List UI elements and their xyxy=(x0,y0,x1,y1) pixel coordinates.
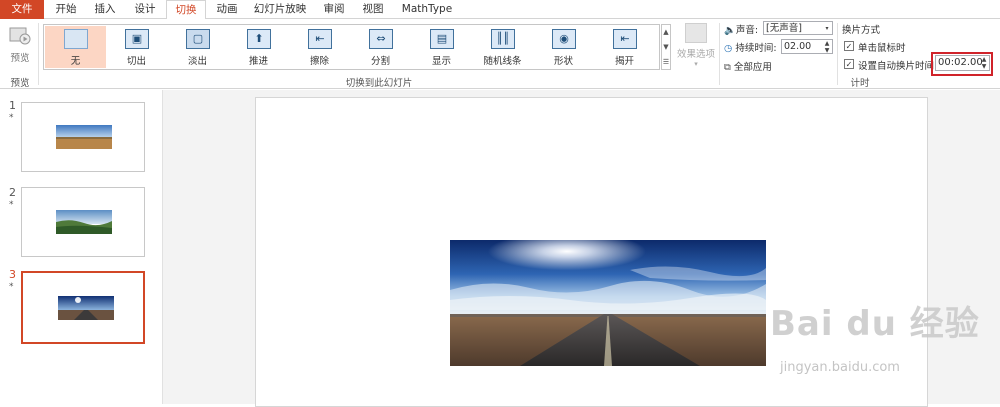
chevron-down-icon: ▾ xyxy=(825,25,829,32)
gallery-more-icon[interactable]: ☰ xyxy=(662,55,670,70)
tab-insert[interactable]: 插入 xyxy=(92,0,118,19)
slide-number: 2 xyxy=(9,186,16,199)
tab-animations[interactable]: 动画 xyxy=(213,0,241,19)
watermark-url: jingyan.baidu.com xyxy=(780,360,900,375)
ribbon-tab-bar: 文件 开始 插入 设计 切换 动画 幻灯片放映 审阅 视图 MathType xyxy=(0,0,1000,20)
speaker-icon: 🔈 xyxy=(724,25,736,36)
group-divider xyxy=(38,23,39,85)
chevron-down-icon: ▾ xyxy=(694,60,698,68)
ribbon-panel: 预览 预览 无 ▣ 切出 ▢ 淡出 ⬆ 推进 ⇤ 擦除 ⇔ 分割 ▤ 显示 ║║… xyxy=(0,19,1000,89)
effect-options-icon xyxy=(685,23,707,43)
gallery-scroll-up-icon[interactable]: ▲ xyxy=(662,25,670,40)
timing-group-label: 计时 xyxy=(850,78,870,89)
transition-random-bars[interactable]: ║║ 随机线条 xyxy=(472,26,533,68)
group-divider xyxy=(719,23,720,85)
transition-reveal[interactable]: ▤ 显示 xyxy=(411,26,472,68)
tab-home[interactable]: 开始 xyxy=(53,0,79,19)
preview-icon xyxy=(9,27,31,45)
slide-number: 1 xyxy=(9,99,16,112)
slide-number: 3 xyxy=(9,268,16,281)
cut-transition-icon: ▣ xyxy=(125,29,149,49)
effect-options-button[interactable]: 效果选项 ▾ xyxy=(676,23,716,68)
transition-label: 随机线条 xyxy=(483,56,522,67)
transition-label: 擦除 xyxy=(309,56,329,67)
highlight-box xyxy=(931,52,993,76)
split-transition-icon: ⇔ xyxy=(369,29,393,49)
transition-label: 淡出 xyxy=(187,56,207,67)
apply-all-button[interactable]: ⧉ 全部应用 xyxy=(724,59,772,73)
transition-label: 显示 xyxy=(431,56,451,67)
after-time-checkbox[interactable]: ✓ xyxy=(844,59,854,69)
preview-button[interactable]: 预览 xyxy=(4,23,36,67)
duration-input[interactable]: 02.00 ▲ ▼ xyxy=(781,39,833,54)
apply-all-icon: ⧉ xyxy=(724,62,731,73)
transition-star-icon: * xyxy=(9,282,14,292)
transition-none[interactable]: 无 xyxy=(45,26,106,68)
tab-design[interactable]: 设计 xyxy=(131,0,159,19)
green-hills-image xyxy=(56,210,112,234)
sound-label: 声音: xyxy=(735,25,759,36)
transition-label: 切出 xyxy=(126,56,146,67)
sound-value: [无声音] xyxy=(766,23,802,34)
shape-transition-icon: ◉ xyxy=(552,29,576,49)
desert-road-image xyxy=(56,125,112,149)
on-click-checkbox[interactable]: ✓ xyxy=(844,41,854,51)
watermark-brand: Bai du 经验 xyxy=(770,304,980,344)
sound-label-row: 🔈声音: xyxy=(724,22,758,36)
preview-group-label: 预览 xyxy=(10,78,30,89)
transition-label: 推进 xyxy=(248,56,268,67)
preview-label: 预览 xyxy=(10,53,30,64)
advance-slide-title: 换片方式 xyxy=(842,25,881,36)
baidu-watermark: Bai du 经验 jingyan.baidu.com xyxy=(770,296,1000,376)
transition-star-icon: * xyxy=(9,200,14,210)
apply-all-label: 全部应用 xyxy=(733,62,772,73)
slide-thumbnail-1[interactable] xyxy=(21,102,145,172)
transition-label: 揭开 xyxy=(614,56,634,67)
spinner-icon[interactable]: ▲ ▼ xyxy=(823,40,831,54)
transition-shape[interactable]: ◉ 形状 xyxy=(533,26,594,68)
tab-view[interactable]: 视图 xyxy=(360,0,386,19)
transition-split[interactable]: ⇔ 分割 xyxy=(350,26,411,68)
gallery-scroll: ▲ ▼ ☰ xyxy=(661,24,671,70)
tab-review[interactable]: 审阅 xyxy=(321,0,347,19)
transition-gallery: 无 ▣ 切出 ▢ 淡出 ⬆ 推进 ⇤ 擦除 ⇔ 分割 ▤ 显示 ║║ 随机线条 xyxy=(43,24,660,70)
tab-file[interactable]: 文件 xyxy=(0,0,44,19)
transition-uncover[interactable]: ⇤ 揭开 xyxy=(594,26,655,68)
clock-icon: ◷ xyxy=(724,43,733,54)
duration-label: 持续时间: xyxy=(735,43,777,54)
transition-label: 无 xyxy=(70,56,81,67)
sky-road-image xyxy=(58,296,114,320)
random-bars-icon: ║║ xyxy=(491,29,515,49)
uncover-transition-icon: ⇤ xyxy=(613,29,637,49)
transition-group-label: 切换到此幻灯片 xyxy=(345,78,413,89)
tab-transitions[interactable]: 切换 xyxy=(166,0,206,20)
duration-value: 02.00 xyxy=(784,41,812,52)
push-transition-icon: ⬆ xyxy=(247,29,271,49)
transition-cut[interactable]: ▣ 切出 xyxy=(106,26,167,68)
slide-thumbnail-2[interactable] xyxy=(21,187,145,257)
road-sky-picture[interactable] xyxy=(450,240,766,366)
road-sky-image xyxy=(450,240,766,366)
sound-dropdown[interactable]: [无声音] ▾ xyxy=(763,21,833,35)
gallery-scroll-down-icon[interactable]: ▼ xyxy=(662,40,670,55)
tab-slideshow[interactable]: 幻灯片放映 xyxy=(251,0,309,19)
tab-mathtype[interactable]: MathType xyxy=(400,0,454,19)
fade-transition-icon: ▢ xyxy=(186,29,210,49)
transition-star-icon: * xyxy=(9,113,14,123)
transition-label: 分割 xyxy=(370,56,390,67)
wipe-transition-icon: ⇤ xyxy=(308,29,332,49)
transition-wipe[interactable]: ⇤ 擦除 xyxy=(289,26,350,68)
transition-fade[interactable]: ▢ 淡出 xyxy=(167,26,228,68)
slide-thumbnail-3[interactable] xyxy=(21,271,145,344)
after-time-label: 设置自动换片时间: xyxy=(858,61,938,72)
transition-label: 形状 xyxy=(553,56,573,67)
on-click-label: 单击鼠标时 xyxy=(858,43,906,54)
slide-thumbnail-pane: 1 * 2 * 3 * xyxy=(0,90,163,404)
reveal-transition-icon: ▤ xyxy=(430,29,454,49)
none-transition-icon xyxy=(64,29,88,49)
effect-options-label: 效果选项 xyxy=(676,49,715,60)
transition-push[interactable]: ⬆ 推进 xyxy=(228,26,289,68)
duration-label-row: ◷ 持续时间: xyxy=(724,40,777,54)
